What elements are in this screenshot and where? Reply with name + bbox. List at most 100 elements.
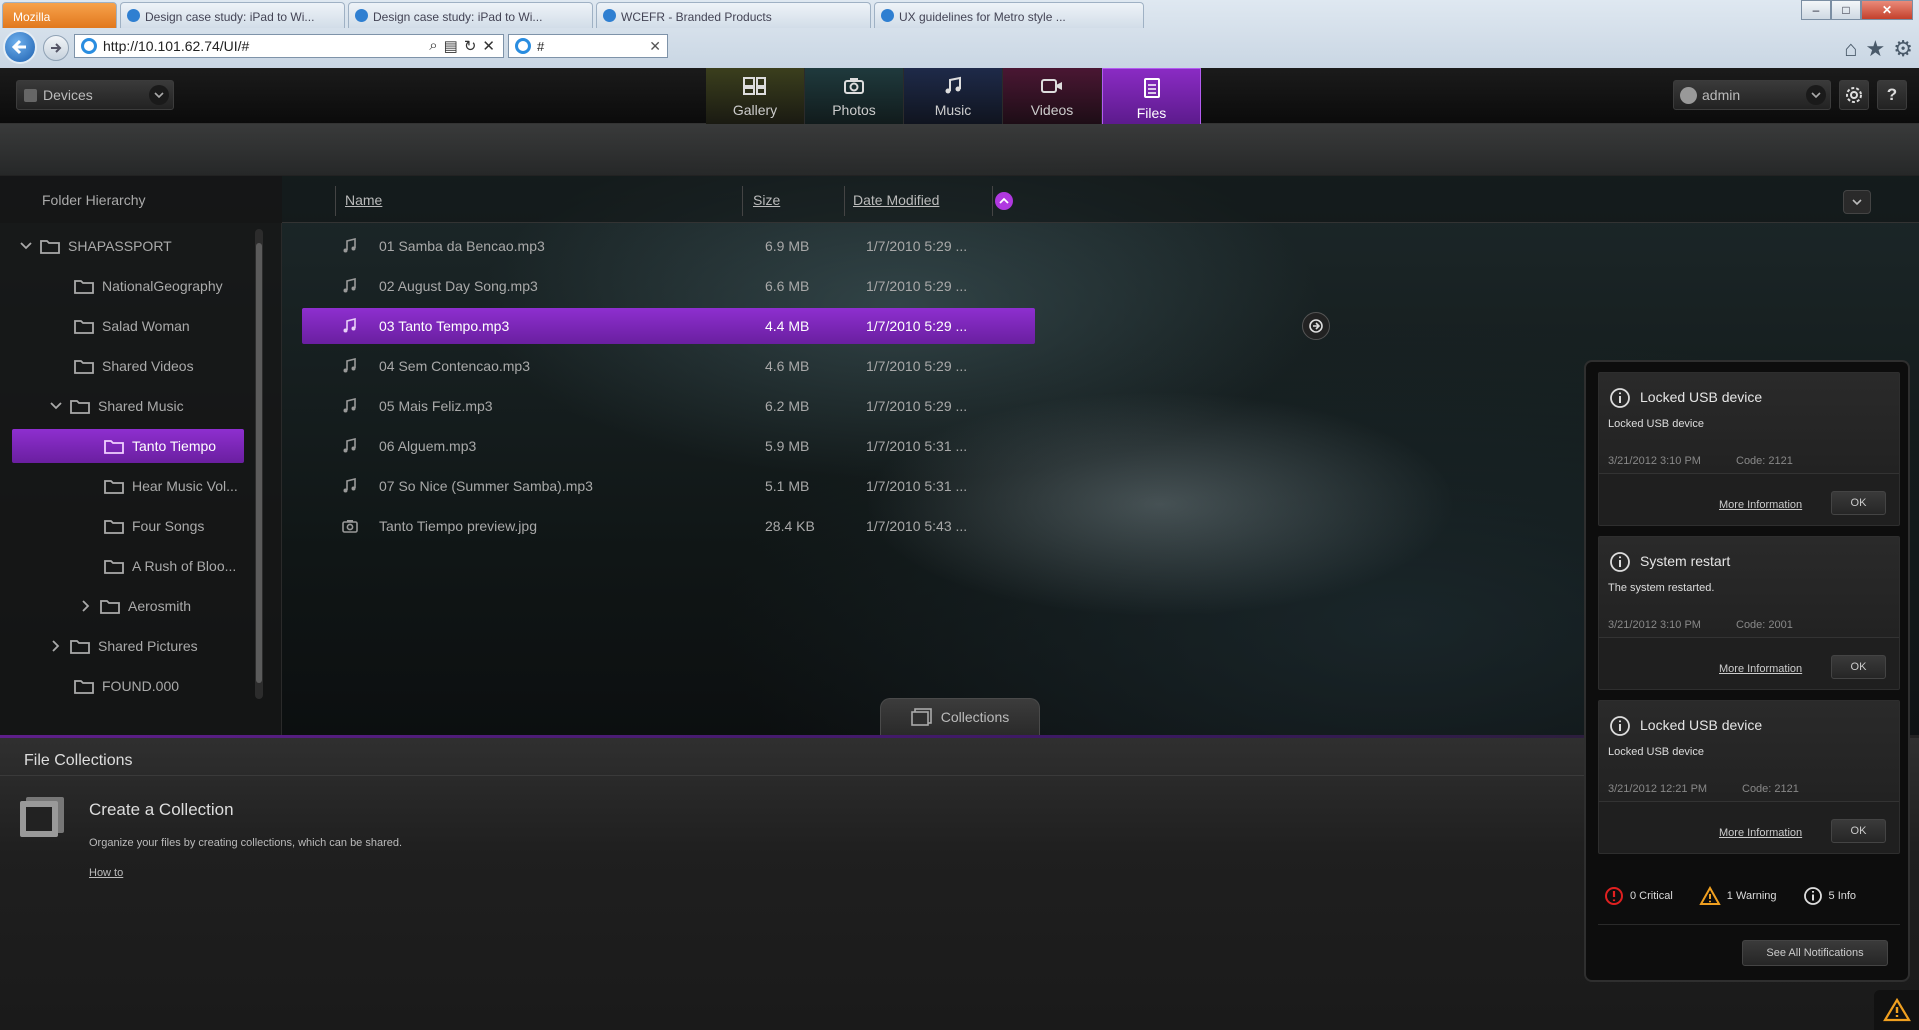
tools-gear-icon[interactable]: ⚙	[1893, 36, 1913, 62]
file-row[interactable]: 04 Sem Contencao.mp3 4.6 MB 1/7/2010 5:2…	[302, 348, 1035, 384]
file-row[interactable]: 06 Alguem.mp3 5.9 MB 1/7/2010 5:31 ...	[302, 428, 1035, 464]
tree-node-found-000[interactable]: FOUND.000	[74, 669, 179, 703]
ok-button[interactable]: OK	[1831, 491, 1886, 515]
close-tab-icon[interactable]: ✕	[649, 38, 661, 55]
tree-node-label: Salad Woman	[102, 318, 190, 334]
tree-node-rush-of-blood[interactable]: A Rush of Bloo...	[104, 549, 236, 583]
column-date-header[interactable]: Date Modified	[853, 176, 939, 223]
back-arrow-icon	[11, 39, 26, 55]
critical-count[interactable]: 0 Critical	[1630, 890, 1673, 902]
help-button[interactable]: ?	[1877, 80, 1907, 110]
tree-node-salad-woman[interactable]: Salad Woman	[74, 309, 190, 343]
devices-select[interactable]: Devices	[16, 80, 174, 110]
tree-node-shared-pictures[interactable]: Shared Pictures	[48, 629, 198, 663]
column-size-header[interactable]: Size	[753, 176, 780, 223]
tree-node-shared-music[interactable]: Shared Music	[48, 389, 184, 423]
music-note-icon	[343, 358, 356, 373]
favorites-star-icon[interactable]: ★	[1866, 36, 1886, 62]
tab-gallery[interactable]: Gallery	[706, 68, 805, 124]
tab-files[interactable]: Files	[1102, 68, 1201, 128]
home-icon[interactable]: ⌂	[1844, 36, 1857, 62]
notification-summary: 0 Critical 1 Warning 5 Info	[1604, 886, 1856, 906]
info-count[interactable]: 5 Info	[1829, 890, 1857, 902]
forward-button[interactable]	[43, 35, 69, 61]
browser-tab[interactable]: Mozilla	[2, 2, 117, 28]
chevron-down-icon[interactable]	[18, 238, 34, 254]
file-size: 4.6 MB	[765, 358, 810, 374]
tree-node-hear-music[interactable]: Hear Music Vol...	[104, 469, 238, 503]
browser-tab[interactable]: UX guidelines for Metro style ...	[874, 2, 1144, 28]
ie-logo-icon	[515, 38, 531, 54]
file-row[interactable]: 05 Mais Feliz.mp3 6.2 MB 1/7/2010 5:29 .…	[302, 388, 1035, 424]
tree-node-shapassport[interactable]: SHAPASSPORT	[18, 229, 172, 263]
chevron-right-icon[interactable]	[78, 598, 94, 614]
refresh-icon[interactable]: ↻	[464, 37, 477, 55]
file-date: 1/7/2010 5:29 ...	[866, 318, 968, 334]
browser-tab[interactable]: WCEFR - Branded Products	[596, 2, 871, 28]
file-date: 1/7/2010 5:31 ...	[866, 478, 968, 494]
row-action-button[interactable]	[1302, 312, 1330, 340]
music-note-icon	[343, 398, 356, 413]
column-options-button[interactable]	[1843, 190, 1871, 214]
browser-chrome: Mozilla Design case study: iPad to Wi...…	[0, 0, 1919, 68]
ok-button[interactable]: OK	[1831, 819, 1886, 843]
file-row[interactable]: 01 Samba da Bencao.mp3 6.9 MB 1/7/2010 5…	[302, 228, 1035, 264]
tree-node-nationalgeography[interactable]: NationalGeography	[74, 269, 223, 303]
tab-music[interactable]: Music	[904, 68, 1003, 124]
chevron-right-icon[interactable]	[48, 638, 64, 654]
tree-node-aerosmith[interactable]: Aerosmith	[78, 589, 191, 623]
tree-node-label: Shared Videos	[102, 358, 194, 374]
page-tab-label: #	[537, 39, 545, 54]
file-collections-title: File Collections	[24, 752, 133, 769]
tree-scrollbar[interactable]	[255, 229, 263, 699]
tab-gallery-label: Gallery	[732, 102, 778, 118]
user-select[interactable]: admin	[1673, 80, 1831, 110]
minimize-button[interactable]: –	[1801, 0, 1831, 20]
tab-videos-label: Videos	[1030, 102, 1074, 118]
ok-button[interactable]: OK	[1831, 655, 1886, 679]
sort-ascending-button[interactable]	[995, 192, 1013, 210]
active-page-tab[interactable]: # ✕	[508, 34, 668, 58]
alert-indicator-button[interactable]	[1874, 990, 1919, 1030]
maximize-button[interactable]: □	[1831, 0, 1861, 20]
more-information-link[interactable]: More Information	[1719, 499, 1802, 511]
more-information-link[interactable]: More Information	[1719, 663, 1802, 675]
file-row[interactable]: 02 August Day Song.mp3 6.6 MB 1/7/2010 5…	[302, 268, 1035, 304]
settings-button[interactable]	[1839, 80, 1869, 110]
tab-files-label: Files	[1136, 105, 1167, 121]
close-window-button[interactable]: ✕	[1861, 0, 1913, 20]
browser-tab[interactable]: Design case study: iPad to Wi...	[120, 2, 345, 28]
address-bar[interactable]: http://10.101.62.74/UI/# ⌕ ▤ ↻ ✕	[74, 34, 504, 58]
back-button[interactable]	[3, 30, 37, 64]
browser-tab-label: Design case study: iPad to Wi...	[373, 10, 543, 24]
info-icon	[1610, 716, 1630, 736]
stop-icon[interactable]: ✕	[482, 37, 495, 55]
warning-count[interactable]: 1 Warning	[1727, 890, 1777, 902]
tree-node-tanto-tiempo[interactable]: Tanto Tiempo	[12, 429, 244, 463]
notification-date: 3/21/2012 3:10 PM	[1608, 455, 1701, 467]
tab-photos-label: Photos	[832, 102, 876, 118]
tree-node-label: Shared Music	[98, 398, 184, 414]
notification-title: Locked USB device	[1640, 717, 1763, 733]
how-to-link[interactable]: How to	[89, 867, 123, 879]
file-size: 5.1 MB	[765, 478, 810, 494]
file-row[interactable]: 07 So Nice (Summer Samba).mp3 5.1 MB 1/7…	[302, 468, 1035, 504]
tab-videos[interactable]: Videos	[1003, 68, 1102, 124]
sub-toolbar	[0, 124, 1919, 176]
chevron-down-icon[interactable]	[48, 398, 64, 414]
collection-icon	[910, 708, 932, 726]
tab-photos[interactable]: Photos	[805, 68, 904, 124]
file-row-selected[interactable]: 03 Tanto Tempo.mp3 4.4 MB 1/7/2010 5:29 …	[302, 308, 1330, 344]
compat-view-icon[interactable]: ▤	[444, 37, 458, 55]
ie-logo-icon	[81, 38, 97, 54]
browser-tab[interactable]: Design case study: iPad to Wi...	[348, 2, 593, 28]
tree-node-four-songs[interactable]: Four Songs	[104, 509, 204, 543]
collections-toggle-tab[interactable]: Collections	[880, 698, 1040, 735]
file-row[interactable]: Tanto Tiempo preview.jpg 28.4 KB 1/7/201…	[302, 508, 1035, 544]
more-information-link[interactable]: More Information	[1719, 827, 1802, 839]
tree-scrollbar-thumb[interactable]	[256, 243, 262, 683]
search-icon[interactable]: ⌕	[429, 37, 437, 55]
tree-node-shared-videos[interactable]: Shared Videos	[74, 349, 194, 383]
see-all-notifications-button[interactable]: See All Notifications	[1742, 940, 1888, 966]
column-name-header[interactable]: Name	[345, 176, 382, 223]
